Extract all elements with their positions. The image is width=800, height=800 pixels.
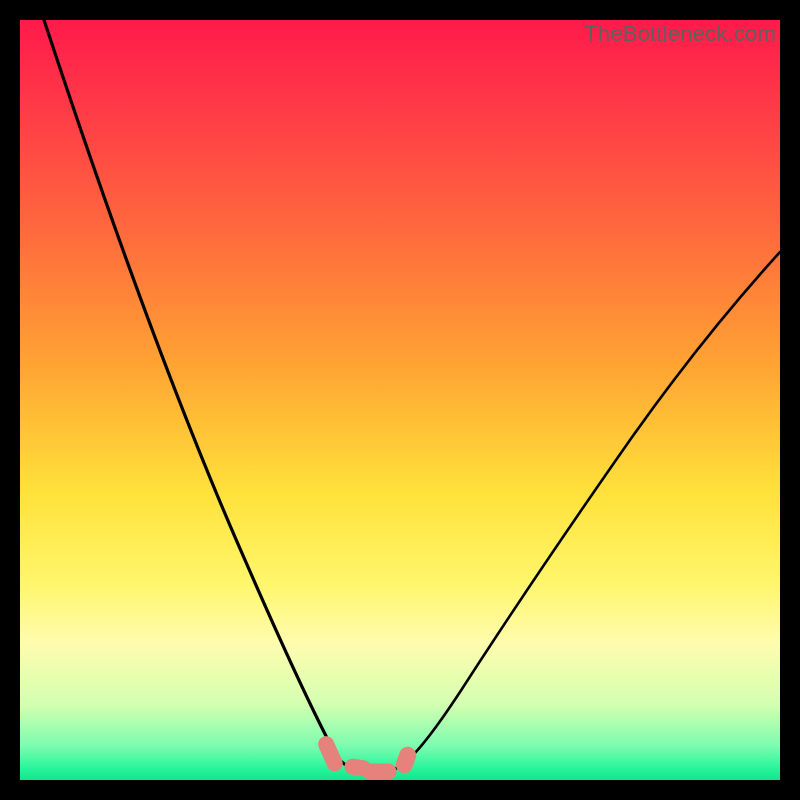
sweet-spot-markers [316,734,418,779]
plot-area [20,20,780,780]
curve-right-branch [412,252,780,756]
curve-left-branch [44,20,336,755]
curve-layer [20,20,780,780]
chart-frame: TheBottleneck.com [0,0,800,800]
watermark-text: TheBottleneck.com [584,21,776,47]
